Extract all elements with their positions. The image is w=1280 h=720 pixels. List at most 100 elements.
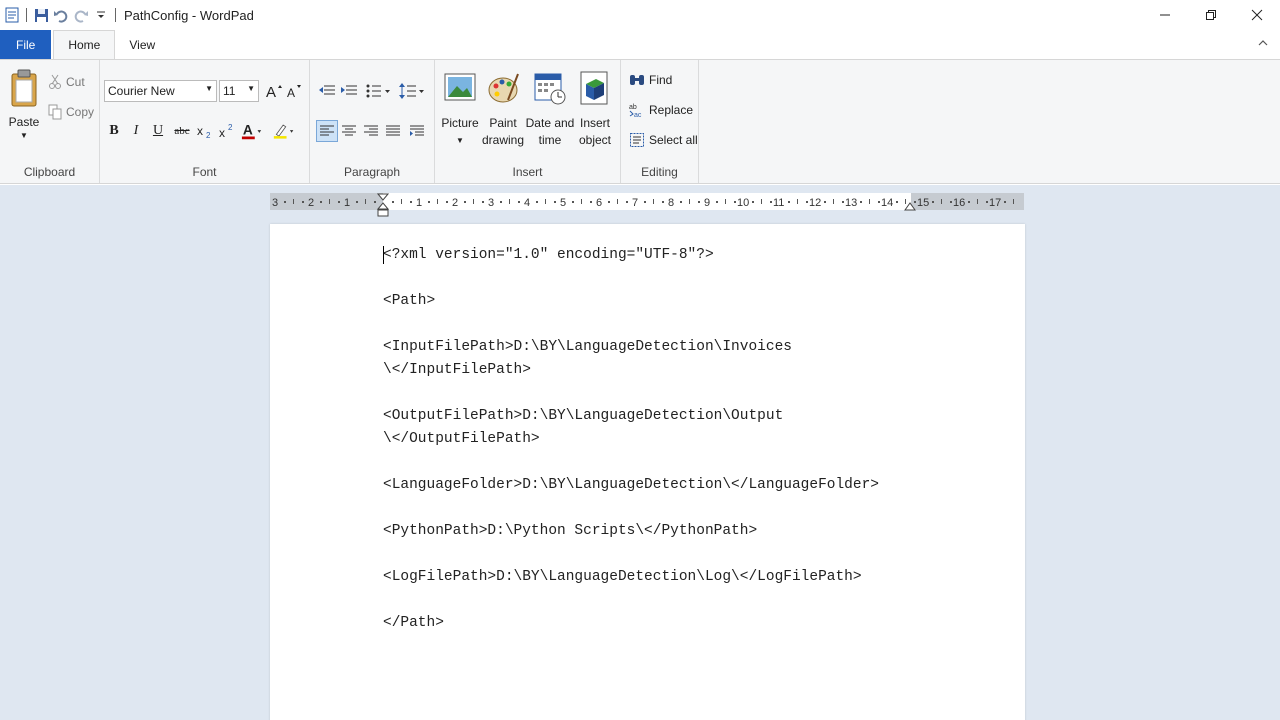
document-line: <PythonPath>D:\Python Scripts\</PythonPa… <box>383 523 758 539</box>
ruler-tick-label: 13 <box>845 197 858 209</box>
tab-file[interactable]: File <box>0 30 52 59</box>
copy-button[interactable]: Copy <box>48 104 94 120</box>
ruler-tick-label: 1 <box>344 197 351 209</box>
ruler-minor-tick <box>581 199 582 204</box>
font-group: Courier New ▼ 11 ▼ A A B I U abc x2 x2 A… <box>100 60 310 183</box>
close-icon <box>1251 9 1263 21</box>
undo-icon[interactable] <box>51 4 71 26</box>
minimize-button[interactable] <box>1142 0 1188 30</box>
document-line: <Path> <box>383 293 436 309</box>
document-line: <InputFilePath>D:\BY\LanguageDetection\I… <box>383 339 792 355</box>
copy-label: Copy <box>66 105 95 119</box>
grow-font-icon[interactable]: A <box>264 80 286 102</box>
customize-qat-icon[interactable] <box>91 4 111 26</box>
paste-dropdown-icon[interactable]: ▼ <box>6 131 42 140</box>
cut-label: Cut <box>66 75 85 89</box>
document-line: \</OutputFilePath> <box>383 431 540 447</box>
underline-icon[interactable]: U <box>147 120 169 142</box>
date-time-button[interactable]: Date and time <box>525 70 575 149</box>
find-button[interactable]: Find <box>629 72 672 88</box>
bold-icon[interactable]: B <box>103 120 125 142</box>
align-left-icon[interactable] <box>316 120 338 142</box>
bullet-list-icon[interactable] <box>364 80 394 102</box>
ruler-minor-tick <box>860 201 862 203</box>
paste-button[interactable]: Paste ▼ <box>6 68 42 140</box>
align-right-icon[interactable] <box>360 120 382 142</box>
ruler-minor-tick <box>896 201 898 203</box>
replace-button[interactable]: ab ac Replace <box>629 102 693 118</box>
ruler-tick-label: 2 <box>308 197 315 209</box>
text-color-icon[interactable]: A <box>241 120 263 142</box>
ruler-minor-tick <box>437 199 438 204</box>
select-all-button[interactable]: Select all <box>629 132 698 148</box>
ruler-minor-tick <box>545 199 546 204</box>
ruler-left-margin <box>270 193 383 210</box>
italic-icon[interactable]: I <box>125 120 147 142</box>
ruler-minor-tick <box>653 199 654 204</box>
ruler-tick-label: 11 <box>773 197 785 209</box>
document-text[interactable]: <?xml version="1.0" encoding="UTF-8"?> <P… <box>383 244 879 635</box>
justify-icon[interactable] <box>382 120 404 142</box>
font-size-value: 11 <box>223 84 236 98</box>
shrink-font-icon[interactable]: A <box>284 80 306 102</box>
ruler-minor-tick <box>284 201 286 203</box>
ruler-minor-tick <box>734 201 736 203</box>
tab-view[interactable]: View <box>115 30 169 59</box>
font-size-combo[interactable]: 11 ▼ <box>219 80 259 102</box>
ruler-minor-tick <box>806 201 808 203</box>
strikethrough-icon[interactable]: abc <box>171 120 193 142</box>
horizontal-ruler[interactable]: 3 2 1 1 2 3 4 5 6 7 8 9 10 11 12 13 14 15 16 17 <box>270 193 1024 217</box>
app-icon[interactable] <box>2 4 22 26</box>
collapse-ribbon-icon[interactable] <box>1258 36 1268 50</box>
paragraph-group: Paragraph <box>310 60 435 183</box>
document-line: <LogFilePath>D:\BY\LanguageDetection\Log… <box>383 569 862 585</box>
ruler-minor-tick <box>1004 201 1006 203</box>
ruler-minor-tick <box>482 201 484 203</box>
insert-object-button[interactable]: Insert object <box>575 70 615 149</box>
copy-icon <box>48 104 62 120</box>
ruler-minor-tick <box>914 201 916 203</box>
decrease-indent-icon[interactable] <box>316 80 338 102</box>
highlight-color-icon[interactable] <box>273 120 295 142</box>
line-spacing-icon[interactable] <box>398 80 428 102</box>
ruler-minor-tick <box>950 201 952 203</box>
font-family-dropdown-icon: ▼ <box>205 84 213 93</box>
editing-group: Find ab ac Replace Select all Editing <box>621 60 699 183</box>
paragraph-settings-icon[interactable] <box>406 120 428 142</box>
paint-label-2: drawing <box>481 133 525 147</box>
editing-group-label: Editing <box>641 165 678 179</box>
close-button[interactable] <box>1234 0 1280 30</box>
ruler-minor-tick <box>338 201 340 203</box>
indent-marker-icon[interactable] <box>377 193 389 217</box>
font-family-combo[interactable]: Courier New ▼ <box>104 80 217 102</box>
ruler-minor-tick <box>977 199 978 204</box>
insert-group: Picture ▼ Paint drawing Date and time In… <box>435 60 621 183</box>
redo-icon[interactable] <box>71 4 91 26</box>
save-icon[interactable] <box>31 4 51 26</box>
cut-button[interactable]: Cut <box>48 74 85 90</box>
date-time-label: Date and <box>525 116 575 130</box>
paint-drawing-button[interactable]: Paint drawing <box>481 70 525 149</box>
ruler-tick-label: 14 <box>881 197 894 209</box>
restore-button[interactable] <box>1188 0 1234 30</box>
paragraph-group-label: Paragraph <box>343 165 401 179</box>
title-bar: PathConfig - WordPad <box>0 0 1280 30</box>
align-center-icon[interactable] <box>338 120 360 142</box>
svg-text:ac: ac <box>634 112 642 118</box>
ruler-minor-tick <box>302 201 304 203</box>
subscript-icon[interactable]: x2 <box>195 120 217 142</box>
window-controls <box>1142 0 1280 30</box>
tab-home[interactable]: Home <box>53 30 116 59</box>
document-page[interactable]: <?xml version="1.0" encoding="UTF-8"?> <P… <box>270 224 1025 720</box>
increase-indent-icon[interactable] <box>338 80 360 102</box>
superscript-icon[interactable]: x2 <box>217 120 239 142</box>
ruler-minor-tick <box>446 201 448 203</box>
ruler-minor-tick <box>518 201 520 203</box>
ruler-tick-label: 4 <box>524 197 531 209</box>
ruler-tick-label: 5 <box>560 197 567 209</box>
insert-picture-button[interactable]: Picture ▼ <box>441 70 479 149</box>
ruler-tick-label: 7 <box>632 197 639 209</box>
ruler-minor-tick <box>869 199 870 204</box>
